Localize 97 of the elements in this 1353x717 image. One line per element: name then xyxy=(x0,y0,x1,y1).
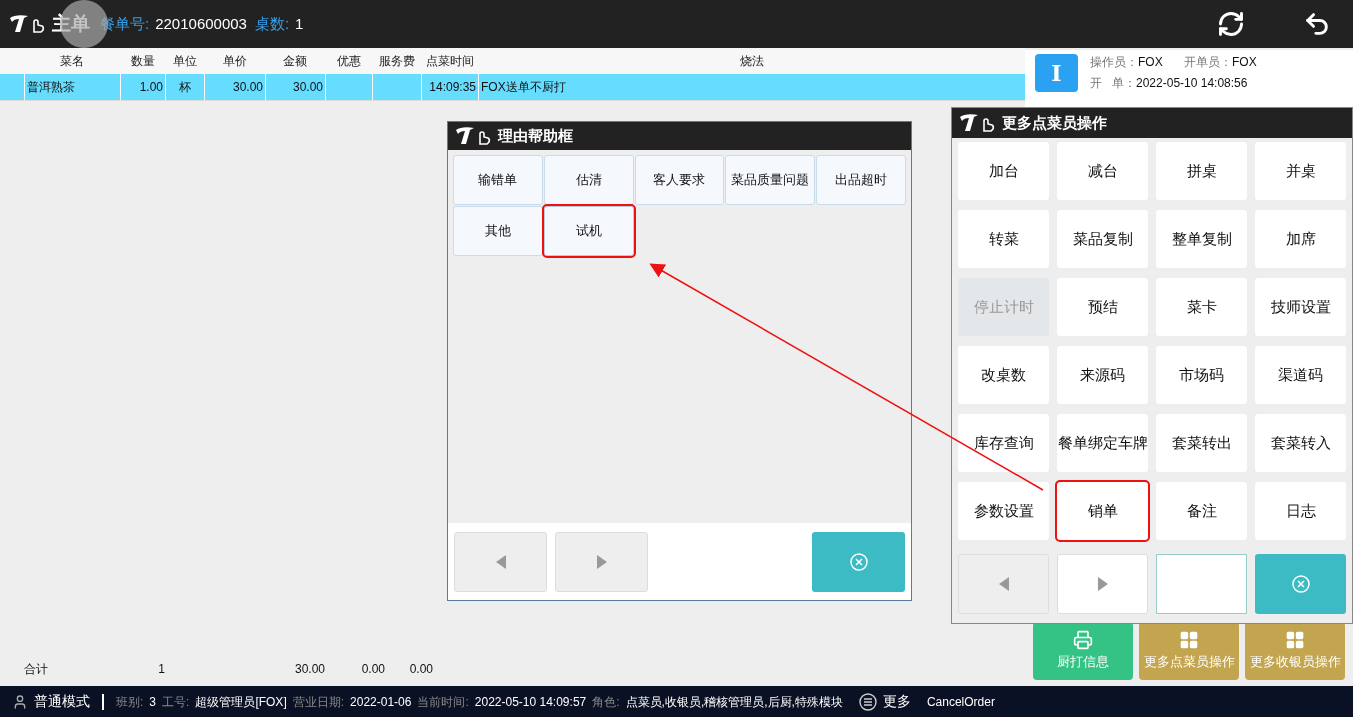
operation-button[interactable]: 日志 xyxy=(1255,482,1346,540)
user-icon xyxy=(12,693,28,710)
total-quantity: 1 xyxy=(157,661,165,678)
logo-icon xyxy=(454,126,492,146)
operation-button[interactable]: 餐单绑定车牌 xyxy=(1057,414,1148,472)
table-cell: 30.00 xyxy=(204,74,265,100)
close-icon xyxy=(849,552,868,571)
order-row[interactable]: 普洱熟茶 1.00 杯 30.00 30.00 14:09:35 FOX送单不厨打 xyxy=(0,74,1025,101)
grid-icon xyxy=(1179,630,1199,651)
opener-name: FOX xyxy=(1232,54,1257,71)
open-time: 2022-05-10 14:08:56 xyxy=(1136,75,1248,92)
status-value: 点菜员,收银员,稽核管理员,后厨,特殊模块 xyxy=(625,693,843,711)
reason-button[interactable]: 输错单 xyxy=(453,155,543,205)
previous-button[interactable] xyxy=(454,531,547,592)
right-arrow-icon xyxy=(1097,577,1108,591)
operation-button[interactable]: 并桌 xyxy=(1255,142,1346,200)
operation-button[interactable]: 渠道码 xyxy=(1255,346,1346,404)
table-cell: 杯 xyxy=(165,74,204,100)
column-header: 金额 xyxy=(282,53,308,70)
close-button[interactable] xyxy=(1255,554,1346,614)
operation-button[interactable]: 参数设置 xyxy=(958,482,1049,540)
operator-label: 操作员： xyxy=(1090,54,1138,71)
operation-button[interactable]: 整单复制 xyxy=(1156,210,1247,268)
operation-button[interactable]: 减台 xyxy=(1057,142,1148,200)
action-name: CancelOrder xyxy=(926,693,995,711)
previous-button[interactable] xyxy=(958,554,1049,614)
next-button[interactable] xyxy=(555,531,648,592)
table-count: 1 xyxy=(295,13,304,34)
status-label: 当前时间: xyxy=(417,693,469,711)
operation-button[interactable]: 转菜 xyxy=(958,210,1049,268)
status-value: 2022-01-06 xyxy=(350,693,412,711)
operation-button[interactable]: 改桌数 xyxy=(958,346,1049,404)
logo-icon xyxy=(958,113,996,133)
operation-button[interactable]: 技师设置 xyxy=(1255,278,1346,336)
status-label: 班别: xyxy=(116,693,144,711)
more-link[interactable]: 更多 xyxy=(882,691,911,712)
status-label: 工号: xyxy=(162,693,190,711)
operation-button[interactable]: 加台 xyxy=(958,142,1049,200)
next-button[interactable] xyxy=(1057,554,1148,614)
total-amount: 30.00 xyxy=(293,661,325,678)
column-header: 服务费 xyxy=(377,53,416,70)
left-arrow-icon xyxy=(495,554,506,569)
operation-button[interactable]: 销单 xyxy=(1057,482,1148,540)
table-count-label: 桌数: xyxy=(254,13,290,34)
status-label: 营业日期: xyxy=(292,693,345,711)
operation-button[interactable]: 市场码 xyxy=(1156,346,1247,404)
operation-button[interactable]: 预结 xyxy=(1057,278,1148,336)
order-number: 22010600003 xyxy=(155,13,247,34)
reason-button[interactable]: 估清 xyxy=(543,155,634,205)
operation-button[interactable]: 菜卡 xyxy=(1156,278,1247,336)
logo-icon xyxy=(8,14,46,34)
column-header: 数量 xyxy=(129,53,156,70)
column-header: 优惠 xyxy=(335,53,362,70)
table-cell: 1.00 xyxy=(120,74,165,100)
column-header: 单位 xyxy=(171,53,198,70)
operation-button[interactable]: 套菜转出 xyxy=(1156,414,1247,472)
status-label: 角色: xyxy=(592,693,620,711)
operation-button[interactable]: 来源码 xyxy=(1057,346,1148,404)
close-button[interactable] xyxy=(812,531,905,592)
table-cell: 普洱熟茶 xyxy=(24,74,120,100)
table-cell: 30.00 xyxy=(265,74,325,100)
reason-button[interactable]: 其他 xyxy=(453,206,543,256)
status-value: 超级管理员[FOX] xyxy=(195,693,287,711)
left-arrow-icon xyxy=(998,577,1009,591)
operation-button[interactable]: 备注 xyxy=(1156,482,1247,540)
column-header: 单价 xyxy=(221,53,248,70)
close-icon xyxy=(1291,575,1310,593)
reason-button[interactable]: 客人要求 xyxy=(634,155,725,205)
right-arrow-icon xyxy=(596,554,607,569)
operation-button[interactable]: 拼桌 xyxy=(1156,142,1247,200)
page-field[interactable] xyxy=(1156,554,1247,614)
status-value: 2022-05-10 14:09:57 xyxy=(474,693,587,711)
total-service: 0.00 xyxy=(408,661,433,678)
column-header: 菜名 xyxy=(59,53,85,70)
reason-button[interactable]: 菜品质量问题 xyxy=(725,155,816,205)
dialog-title: 理由帮助框 xyxy=(498,125,573,146)
column-header: 烧法 xyxy=(738,53,765,70)
operation-button[interactable]: 库存查询 xyxy=(958,414,1049,472)
total-discount: 0.00 xyxy=(360,661,385,678)
column-header: 点菜时间 xyxy=(424,53,475,70)
operation-button[interactable]: 加席 xyxy=(1255,210,1346,268)
mode-label: 普通模式 xyxy=(34,692,90,711)
grid-icon xyxy=(1285,630,1305,651)
operation-button[interactable]: 菜品复制 xyxy=(1057,210,1148,268)
info-badge: I xyxy=(1035,54,1078,92)
opener-label: 开单员： xyxy=(1184,54,1232,71)
total-label: 合计 xyxy=(24,661,49,678)
status-value: 3 xyxy=(149,693,157,711)
operator-name: FOX xyxy=(1138,54,1164,71)
dialog-title: 更多点菜员操作 xyxy=(1002,112,1107,133)
operation-button[interactable]: 套菜转入 xyxy=(1255,414,1346,472)
reason-button[interactable]: 出品超时 xyxy=(816,155,906,205)
reason-button[interactable]: 试机 xyxy=(543,206,634,256)
printer-icon xyxy=(1073,630,1093,651)
table-cell: 14:09:35 xyxy=(421,74,478,100)
open-time-label: 开 单： xyxy=(1090,75,1136,92)
menu-icon xyxy=(858,692,877,711)
